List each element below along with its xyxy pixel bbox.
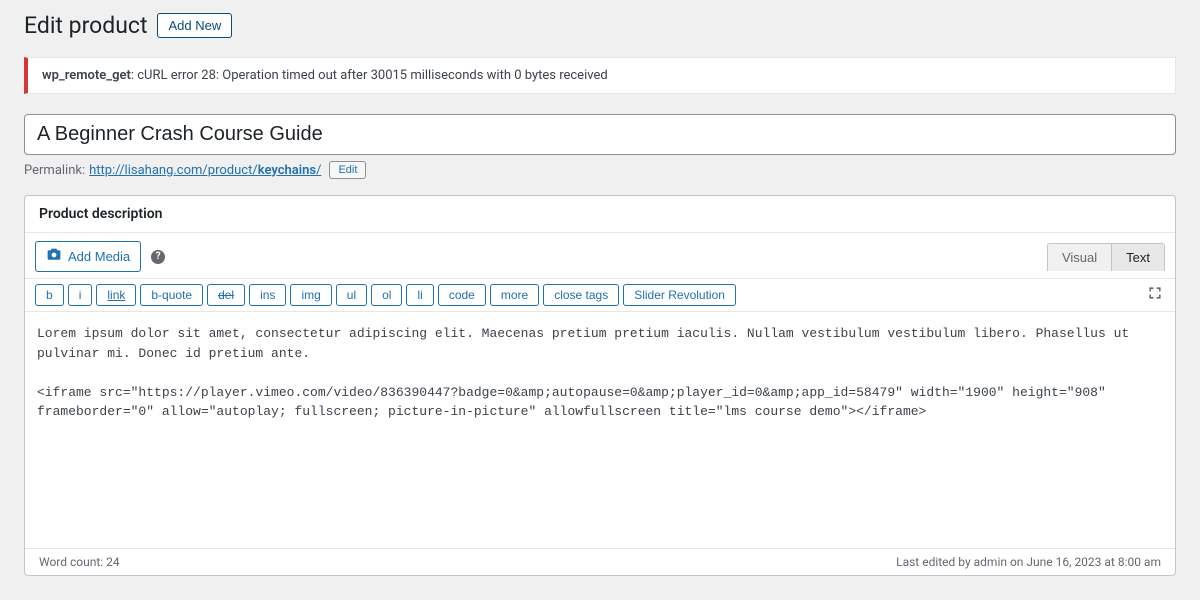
tab-visual[interactable]: Visual <box>1048 244 1112 271</box>
editor-tabs: Visual Text <box>1047 243 1165 271</box>
qt-italic[interactable]: i <box>68 284 93 306</box>
qt-code[interactable]: code <box>438 284 486 306</box>
qt-more[interactable]: more <box>490 284 539 306</box>
page-header: Edit product Add New <box>24 0 1176 57</box>
status-bar: Word count: 24 Last edited by admin on J… <box>25 548 1175 575</box>
box-title: Product description <box>25 196 1175 233</box>
add-media-button[interactable]: Add Media <box>35 241 141 272</box>
last-edited: Last edited by admin on June 16, 2023 at… <box>896 555 1161 569</box>
edit-slug-button[interactable]: Edit <box>329 161 366 179</box>
qt-link[interactable]: link <box>96 284 136 306</box>
content-textarea[interactable] <box>25 312 1175 544</box>
product-title-input[interactable] <box>24 114 1176 155</box>
qt-close[interactable]: close tags <box>543 284 619 306</box>
permalink-label: Permalink: <box>24 163 85 178</box>
qt-bquote[interactable]: b-quote <box>140 284 203 306</box>
qt-bold[interactable]: b <box>35 284 64 306</box>
qt-del[interactable]: del <box>207 284 245 306</box>
page-title: Edit product <box>24 12 147 39</box>
product-description-box: Product description Add Media ? Visual T… <box>24 195 1176 576</box>
qt-img[interactable]: img <box>290 284 331 306</box>
add-media-label: Add Media <box>68 249 130 264</box>
error-notice: wp_remote_get: cURL error 28: Operation … <box>24 57 1176 94</box>
camera-icon <box>46 247 62 266</box>
qt-slider[interactable]: Slider Revolution <box>623 284 736 306</box>
qt-ol[interactable]: ol <box>371 284 402 306</box>
qt-ul[interactable]: ul <box>336 284 367 306</box>
qt-ins[interactable]: ins <box>249 284 286 306</box>
tab-text[interactable]: Text <box>1112 244 1164 271</box>
notice-key: wp_remote_get <box>42 68 131 83</box>
notice-text: : cURL error 28: Operation timed out aft… <box>131 68 608 83</box>
fullscreen-icon[interactable] <box>1145 283 1165 307</box>
add-new-button[interactable]: Add New <box>157 13 232 38</box>
word-count: Word count: 24 <box>39 555 120 569</box>
help-icon[interactable]: ? <box>151 250 165 264</box>
qt-li[interactable]: li <box>406 284 433 306</box>
permalink-link[interactable]: http://lisahang.com/product/keychains/ <box>89 163 321 178</box>
quicktags-toolbar: b i link b-quote del ins img ul ol li co… <box>35 284 736 306</box>
permalink-row: Permalink: http://lisahang.com/product/k… <box>24 161 1176 179</box>
